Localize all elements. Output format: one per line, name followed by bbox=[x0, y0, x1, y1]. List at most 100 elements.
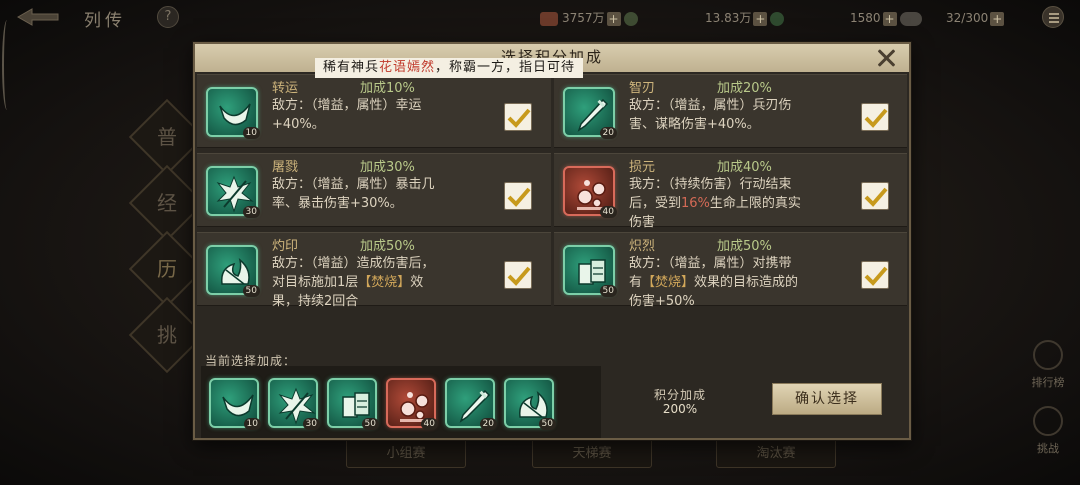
add-gold-button[interactable]: + bbox=[882, 11, 897, 26]
checkbox[interactable] bbox=[504, 261, 532, 289]
level-badge: 50 bbox=[242, 285, 260, 297]
armor-icon: 50 bbox=[563, 245, 617, 297]
checkmark-icon bbox=[864, 266, 888, 286]
bonus-description: 敌方：（增益，属性）暴击几率、暴击伤害+30%。 bbox=[272, 175, 492, 213]
checkbox[interactable] bbox=[861, 261, 889, 289]
bonus-card[interactable]: 20 智刃 加成20% 敌方：（增益，属性）兵刃伤 害、谋略伤害+40%。 bbox=[554, 74, 907, 148]
back-arrow-icon[interactable] bbox=[14, 6, 62, 28]
add-grain-button[interactable]: + bbox=[753, 11, 768, 26]
selected-bonus-item[interactable]: 10 bbox=[209, 378, 261, 430]
bonus-percent: 加成20% bbox=[717, 81, 772, 96]
side-tab-label: 经 bbox=[157, 191, 177, 215]
desc-text: 生命上限的真实 bbox=[709, 196, 801, 211]
selected-bonus-item[interactable]: 50 bbox=[327, 378, 379, 430]
leaderboard-icon bbox=[1033, 340, 1063, 370]
knockout-button[interactable]: 淘汰赛 bbox=[716, 438, 836, 468]
help-icon[interactable]: ? bbox=[157, 6, 179, 28]
bonus-description: 敌方：（增益，属性）对携带 有【焚烧】效果的目标造成的 伤害+50% bbox=[629, 254, 849, 308]
blade-icon: 20 bbox=[445, 378, 497, 430]
orbs-icon: 40 bbox=[386, 378, 438, 430]
checkmark-icon bbox=[864, 108, 888, 128]
checkbox[interactable] bbox=[861, 103, 889, 131]
desc-line: 害、谋略伤害+40%。 bbox=[629, 115, 849, 134]
burst-icon: 30 bbox=[206, 166, 260, 218]
checkmark-icon bbox=[507, 266, 531, 286]
menu-icon[interactable] bbox=[1042, 6, 1064, 28]
grain-icon bbox=[770, 11, 785, 26]
desc-line: 我方：（持续伤害）行动结束 bbox=[629, 177, 792, 192]
bonus-name: 屠戮 bbox=[272, 160, 299, 175]
checkmark-icon bbox=[507, 108, 531, 128]
level-badge: 20 bbox=[599, 127, 617, 139]
horn-icon: 10 bbox=[206, 87, 260, 139]
bonus-percent: 加成50% bbox=[717, 239, 772, 254]
score-label: 积分加成 bbox=[653, 388, 706, 402]
bonus-card[interactable]: 50 炽烈 加成50% 敌方：（增益，属性）对携带 有【焚烧】效果的目标造成的 伤害+50… bbox=[554, 232, 907, 308]
bonus-list[interactable]: 10 转运 加成10% 敌方：（增益，属性）幸运 +40%。 20 智刃 加成20% 敌方：（增… bbox=[197, 74, 907, 308]
level-badge: 20 bbox=[479, 418, 497, 430]
bonus-card[interactable]: 30 屠戮 加成30% 敌方：（增益，属性）暴击几 率、暴击伤害+30%。 bbox=[197, 153, 551, 227]
bonus-select-dialog: 选择积分加成 10 转运 加成10% 敌方：（增益，属性）幸运 +40%。 20 智刃 加成2… bbox=[193, 42, 911, 440]
bonus-description: 敌方：（增益，属性）兵刃伤 害、谋略伤害+40%。 bbox=[629, 96, 849, 134]
resource-energy-value: 32/300 bbox=[946, 11, 989, 25]
challenge-label: 挑战 bbox=[1037, 442, 1059, 455]
desc-text: 有 bbox=[629, 275, 643, 290]
checkmark-icon bbox=[507, 187, 531, 207]
confirm-button[interactable]: 确认选择 bbox=[772, 383, 882, 415]
desc-line: 敌方：（增益，属性）对携带 bbox=[629, 256, 792, 271]
level-badge: 50 bbox=[538, 418, 556, 430]
armor-icon: 50 bbox=[327, 378, 379, 430]
right-actions: 排行榜 挑战 bbox=[1026, 340, 1070, 472]
ladder-button[interactable]: 天梯赛 bbox=[532, 438, 652, 468]
selected-bonus-strip: 10 30 50 40 20 50 bbox=[201, 366, 601, 438]
group-stage-button[interactable]: 小组赛 bbox=[346, 438, 466, 468]
level-badge: 40 bbox=[599, 206, 617, 218]
flame-armor-icon: 50 bbox=[504, 378, 556, 430]
bonus-card[interactable]: 10 转运 加成10% 敌方：（增益，属性）幸运 +40%。 bbox=[197, 74, 551, 148]
selected-bonus-item[interactable]: 40 bbox=[386, 378, 438, 430]
bonus-card[interactable]: 40 损元 加成40% 我方：（持续伤害）行动结束 后，受到16%生命上限的真实 伤害 bbox=[554, 153, 907, 230]
score-value: 200% bbox=[662, 402, 698, 416]
level-badge: 50 bbox=[361, 418, 379, 430]
challenge-button[interactable]: 挑战 bbox=[1026, 406, 1070, 456]
bonus-description: 我方：（持续伤害）行动结束 后，受到16%生命上限的真实 伤害 bbox=[629, 175, 849, 232]
leaderboard-button[interactable]: 排行榜 bbox=[1026, 340, 1070, 390]
side-tab-label: 挑 bbox=[157, 323, 177, 347]
bonus-description: 敌方：（增益）造成伤害后， 对目标施加1层【焚烧】效果，持续2回合 bbox=[272, 254, 492, 308]
bonus-percent: 加成40% bbox=[717, 160, 772, 175]
desc-line: 率、暴击伤害+30%。 bbox=[272, 194, 492, 213]
desc-text: 害、谋略伤害+40%。 bbox=[629, 117, 760, 132]
checkmark-icon bbox=[864, 187, 888, 207]
video-icon[interactable] bbox=[623, 11, 638, 26]
desc-line: 敌方：（增益，属性）暴击几 bbox=[272, 177, 435, 192]
bonus-name: 炽烈 bbox=[629, 239, 656, 254]
burst-icon: 30 bbox=[268, 378, 320, 430]
desc-text: 对目标施加1层 bbox=[272, 275, 359, 290]
desc-line: +40%。 bbox=[272, 115, 492, 134]
level-badge: 10 bbox=[242, 127, 260, 139]
side-tab-label: 普 bbox=[157, 125, 177, 149]
bonus-card[interactable]: 50 灼印 加成50% 敌方：（增益）造成伤害后， 对目标施加1层【焚烧】效 果，持续2回… bbox=[197, 232, 551, 308]
side-tabs: 普 经 历 挑 bbox=[128, 98, 206, 374]
selected-bonus-item[interactable]: 20 bbox=[445, 378, 497, 430]
desc-line: 对目标施加1层【焚烧】效 bbox=[272, 273, 492, 292]
bonus-name: 损元 bbox=[629, 160, 656, 175]
bonus-name: 转运 bbox=[272, 81, 299, 96]
checkbox[interactable] bbox=[504, 103, 532, 131]
resource-gold-value: 1580 bbox=[850, 11, 881, 25]
desc-line: 敌方：（增益）造成伤害后， bbox=[272, 256, 435, 271]
desc-line: 果，持续2回合 bbox=[272, 294, 359, 308]
orbs-icon: 40 bbox=[563, 166, 617, 218]
bonus-percent: 加成30% bbox=[360, 160, 415, 175]
add-energy-button[interactable]: + bbox=[990, 11, 1005, 26]
selected-bonus-item[interactable]: 50 bbox=[504, 378, 556, 430]
desc-line: 伤害+50% bbox=[629, 294, 695, 308]
add-copper-button[interactable]: + bbox=[606, 11, 621, 26]
checkbox[interactable] bbox=[504, 182, 532, 210]
checkbox[interactable] bbox=[861, 182, 889, 210]
cloud-icon bbox=[900, 11, 923, 26]
close-icon[interactable] bbox=[875, 47, 897, 69]
banner-prefix: 稀有神兵 bbox=[323, 60, 380, 75]
selected-bonus-item[interactable]: 30 bbox=[268, 378, 320, 430]
desc-line: 敌方：（增益，属性）兵刃伤 bbox=[629, 98, 792, 113]
